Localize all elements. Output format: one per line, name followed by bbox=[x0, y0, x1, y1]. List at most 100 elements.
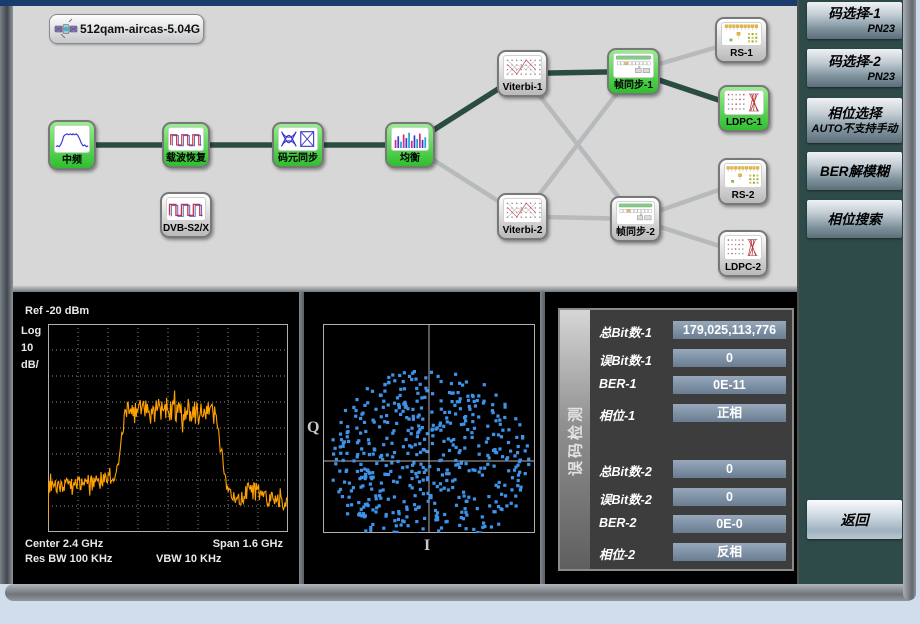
signal-source-button[interactable]: 512qam-aircas-5.04G bbox=[49, 14, 204, 44]
sidebar-button-sublabel: PN23 bbox=[807, 22, 902, 36]
spectrum-ref-label: Ref -20 dBm bbox=[25, 305, 89, 317]
window-bottom-frame bbox=[5, 584, 916, 601]
flow-node-carrier-recovery[interactable]: 载波恢复 bbox=[162, 122, 210, 168]
spectrum-span-label: Span 1.6 GHz bbox=[213, 538, 283, 550]
spectrum-plot bbox=[48, 324, 288, 532]
ber-row: 相位-1 正相 bbox=[590, 404, 792, 424]
spectrum-trace bbox=[48, 391, 287, 525]
spectrum-scale-labels: Log 10 dB/ bbox=[21, 323, 41, 374]
ber-row: BER-1 0E-11 bbox=[590, 376, 792, 396]
ber-rows: 总Bit数-1 179,025,113,776 误Bit数-1 0 BER-1 0E-11… bbox=[590, 310, 792, 569]
trellis-icon bbox=[503, 55, 542, 80]
ldpc-icon bbox=[724, 235, 762, 260]
flow-node-equalizer[interactable]: 均衡 bbox=[385, 122, 435, 168]
ber-row-value: 0 bbox=[673, 349, 786, 367]
ber-row-label: 总Bit数-1 bbox=[599, 322, 652, 341]
flow-node-label: Viterbi-2 bbox=[499, 223, 546, 238]
ber-panel: 误码检测 总Bit数-1 179,025,113,776 误Bit数-1 0 BER-1… bbox=[545, 292, 797, 584]
sidebar-button-label: 相位搜索 bbox=[807, 211, 902, 228]
rs-icon bbox=[724, 163, 762, 188]
spectrum-panel: Ref -20 dBm Log 10 dB/ Center 2.4 GHz Sp… bbox=[13, 292, 299, 584]
flow-node-ldpc-2[interactable]: LDPC-2 bbox=[718, 230, 768, 277]
q-axis-label: Q bbox=[307, 419, 319, 437]
ber-side-strip: 误码检测 bbox=[560, 310, 590, 569]
flow-node-frame-sync-2[interactable]: 帧同步-2 bbox=[610, 196, 661, 242]
sidebar-button-3[interactable]: 相位选择AUTO不支持手动 bbox=[807, 98, 902, 143]
ldpc-icon bbox=[724, 90, 764, 115]
ber-row-label: 相位-2 bbox=[599, 544, 635, 563]
flow-node-label: LDPC-2 bbox=[720, 260, 766, 275]
squarewave-icon bbox=[168, 127, 204, 151]
ber-row: 相位-2 反相 bbox=[590, 543, 792, 563]
ber-row: 总Bit数-1 179,025,113,776 bbox=[590, 321, 792, 341]
flow-node-label: 中频 bbox=[50, 153, 94, 168]
flow-node-viterbi-2[interactable]: Viterbi-2 bbox=[497, 193, 548, 240]
flow-node-label: DVB-S2/X bbox=[162, 221, 210, 236]
flow-node-label: RS-2 bbox=[720, 188, 766, 203]
flow-node-viterbi-1[interactable]: Viterbi-1 bbox=[497, 50, 548, 97]
sidebar-button-5[interactable]: 相位搜索 bbox=[807, 200, 902, 238]
app-window: 512qam-aircas-5.04G 中频 载波恢复 DVB-S2/X 码元同步 均衡… bbox=[0, 0, 920, 624]
bars-icon bbox=[391, 127, 429, 151]
flow-node-rs-1[interactable]: RS-1 bbox=[715, 17, 768, 63]
spectrum-icon bbox=[54, 125, 90, 153]
flow-node-label: Viterbi-1 bbox=[499, 80, 546, 95]
ber-row: BER-2 0E-0 bbox=[590, 515, 792, 535]
satellite-icon bbox=[54, 17, 78, 41]
flow-diagram-panel: 512qam-aircas-5.04G 中频 载波恢复 DVB-S2/X 码元同步 均衡… bbox=[13, 6, 797, 286]
flow-node-if[interactable]: 中频 bbox=[48, 120, 96, 170]
window-left-frame bbox=[0, 6, 13, 584]
sidebar-button-2[interactable]: 码选择-2PN23 bbox=[807, 49, 902, 87]
constellation-panel: Q I bbox=[304, 292, 540, 584]
rs-icon bbox=[721, 22, 762, 46]
ber-row: 误Bit数-1 0 bbox=[590, 349, 792, 369]
ber-row-value: 正相 bbox=[673, 404, 786, 422]
ber-row: 误Bit数-20 bbox=[590, 488, 792, 508]
trellis-icon bbox=[503, 198, 542, 223]
constellation-plot bbox=[323, 324, 535, 533]
flow-node-symbol-sync[interactable]: 码元同步 bbox=[272, 122, 324, 168]
frame-icon bbox=[616, 201, 655, 225]
sidebar-button-sublabel: AUTO不支持手动 bbox=[807, 122, 902, 136]
ber-row-value: 0 bbox=[673, 460, 786, 478]
ber-row-label: BER-1 bbox=[599, 377, 637, 391]
flow-node-label: 帧同步-1 bbox=[609, 78, 658, 93]
sidebar-button-4[interactable]: BER解模糊 bbox=[807, 152, 902, 190]
ber-row-value: 0E-0 bbox=[673, 515, 786, 533]
flow-node-label: RS-1 bbox=[717, 46, 766, 61]
sidebar-button-sublabel: PN23 bbox=[807, 70, 902, 84]
ber-row-label: 误Bit数-1 bbox=[599, 350, 652, 369]
sidebar: 返回 码选择-1PN23码选择-2PN23相位选择AUTO不支持手动BER解模糊… bbox=[797, 0, 903, 584]
signal-source-label: 512qam-aircas-5.04G bbox=[80, 22, 200, 36]
sidebar-button-label: 码选择-2 bbox=[807, 53, 902, 70]
back-button[interactable]: 返回 bbox=[807, 500, 902, 539]
ber-stats-box: 误码检测 总Bit数-1 179,025,113,776 误Bit数-1 0 BER-1… bbox=[558, 308, 794, 571]
ber-row-label: 总Bit数-2 bbox=[599, 461, 652, 480]
ber-row-label: 相位-1 bbox=[599, 405, 635, 424]
ber-row-value: 0E-11 bbox=[673, 376, 786, 394]
sidebar-button-label: 码选择-1 bbox=[807, 5, 902, 22]
spectrum-center-label: Center 2.4 GHz bbox=[25, 538, 103, 550]
flow-node-dvb-s2x[interactable]: DVB-S2/X bbox=[160, 192, 212, 238]
ber-side-label: 误码检测 bbox=[565, 403, 586, 475]
squarewave-icon bbox=[166, 197, 206, 221]
window-right-frame bbox=[903, 0, 916, 600]
ber-row: 总Bit数-2 0 bbox=[590, 460, 792, 480]
sidebar-button-label: BER解模糊 bbox=[807, 163, 902, 180]
ber-row-value: 0 bbox=[673, 488, 786, 506]
spectrum-vbw-label: VBW 10 KHz bbox=[156, 553, 221, 565]
flow-node-ldpc-1[interactable]: LDPC-1 bbox=[718, 85, 770, 132]
flow-node-label: LDPC-1 bbox=[720, 115, 768, 130]
flow-node-label: 码元同步 bbox=[274, 151, 322, 166]
frame-icon bbox=[613, 53, 654, 78]
eye-icon bbox=[278, 127, 318, 151]
flow-node-frame-sync-1[interactable]: 帧同步-1 bbox=[607, 48, 660, 95]
ber-row-label: BER-2 bbox=[599, 516, 637, 530]
flow-node-label: 均衡 bbox=[387, 151, 433, 166]
sidebar-button-label: 相位选择 bbox=[807, 105, 902, 122]
flow-node-rs-2[interactable]: RS-2 bbox=[718, 158, 768, 205]
sidebar-button-1[interactable]: 码选择-1PN23 bbox=[807, 2, 902, 39]
spectrum-rbw-label: Res BW 100 KHz bbox=[25, 553, 112, 565]
ber-row-value: 179,025,113,776 bbox=[673, 321, 786, 339]
ber-row-value: 反相 bbox=[673, 543, 786, 561]
